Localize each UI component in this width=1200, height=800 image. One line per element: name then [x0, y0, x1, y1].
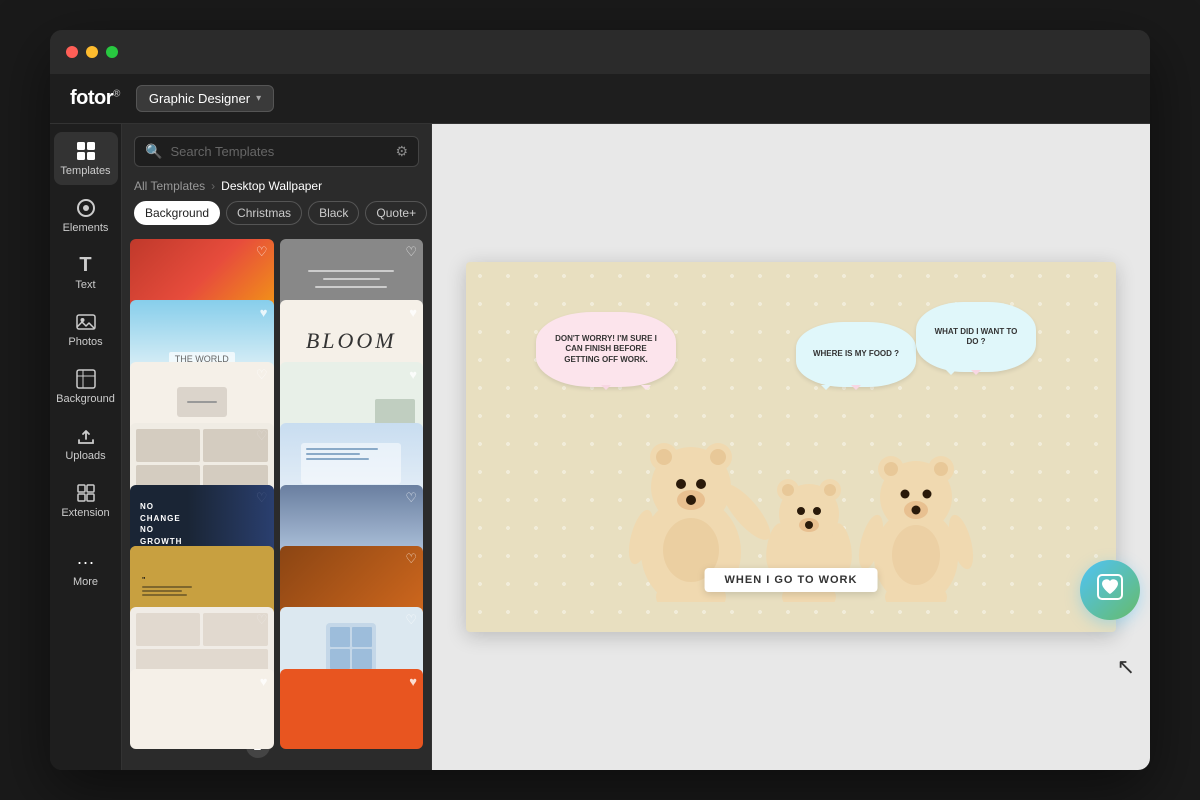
heart-icon[interactable]: ♥ [409, 367, 417, 382]
sidebar-item-background[interactable]: Background [54, 360, 118, 413]
more-dots-icon: ··· [75, 551, 97, 573]
template-card[interactable]: ♥ [130, 669, 274, 750]
minimize-button[interactable] [86, 46, 98, 58]
tag-quote[interactable]: Quote+ [365, 201, 427, 225]
canvas[interactable]: DON'T WORRY! I'M SURE I CAN FINISH BEFOR… [466, 262, 1116, 632]
search-bar[interactable]: 🔍 ⚙ [134, 136, 419, 167]
tag-black[interactable]: Black [308, 201, 359, 225]
main-layout: Templates Elements T Text [50, 124, 1150, 770]
sidebar-label-templates: Templates [60, 165, 110, 177]
app-window: fotor® Graphic Designer ▾ Templates [50, 30, 1150, 770]
templates-icon [75, 140, 97, 162]
header: fotor® Graphic Designer ▾ [50, 74, 1150, 124]
elements-icon [75, 197, 97, 219]
breadcrumb-separator: › [211, 179, 215, 193]
filter-icon[interactable]: ⚙ [395, 143, 408, 160]
speech-bubble-middle: WHERE IS MY FOOD ? [796, 322, 916, 387]
sidebar-item-elements[interactable]: Elements [54, 189, 118, 242]
speech-bubble-left: DON'T WORRY! I'M SURE I CAN FINISH BEFOR… [536, 312, 676, 387]
heart-fab-icon [1097, 574, 1123, 606]
sidebar-label-uploads: Uploads [65, 450, 105, 462]
title-bar [50, 30, 1150, 74]
extension-icon [75, 482, 97, 504]
speech-bubble-right: WHAT DID I WANT TO DO ? [916, 302, 1036, 372]
breadcrumb: All Templates › Desktop Wallpaper [122, 175, 431, 201]
sidebar-label-extension: Extension [61, 507, 109, 519]
breadcrumb-parent[interactable]: All Templates [134, 179, 205, 193]
chevron-down-icon: ▾ [256, 93, 261, 104]
sidebar-label-background: Background [56, 393, 115, 405]
sidebar-more[interactable]: ··· More [54, 539, 118, 596]
tag-background[interactable]: Background [134, 201, 220, 225]
sidebar-label-photos: Photos [68, 336, 102, 348]
breadcrumb-current: Desktop Wallpaper [221, 179, 322, 193]
sidebar-item-text[interactable]: T Text [54, 246, 118, 299]
heart-icon[interactable]: ♡ [256, 244, 268, 260]
sidebar-label-elements: Elements [63, 222, 109, 234]
sidebar-item-uploads[interactable]: Uploads [54, 417, 118, 470]
heart-icon[interactable]: ♥ [409, 305, 417, 320]
sidebar: Templates Elements T Text [50, 124, 122, 770]
heart-icon[interactable]: ♡ [405, 551, 417, 567]
cursor-icon: ↖ [1117, 654, 1135, 680]
background-icon [75, 368, 97, 390]
heart-icon[interactable]: ♥ [260, 305, 268, 320]
uploads-icon [75, 425, 97, 447]
heart-icon[interactable]: ♥ [409, 674, 417, 689]
tag-christmas[interactable]: Christmas [226, 201, 302, 225]
text-icon: T [75, 254, 97, 276]
photos-icon [75, 311, 97, 333]
logo: fotor® [70, 87, 120, 110]
canvas-area: DON'T WORRY! I'M SURE I CAN FINISH BEFOR… [432, 124, 1150, 770]
favorite-fab-button[interactable] [1080, 560, 1140, 620]
search-icon: 🔍 [145, 143, 162, 160]
work-banner: WHEN I GO TO WORK [705, 568, 878, 592]
heart-icon[interactable]: ♡ [405, 490, 417, 506]
sidebar-label-text: Text [75, 279, 95, 291]
template-grid: ♡ ♡ ♥ THE WORLD [122, 235, 431, 770]
graphic-designer-dropdown[interactable]: Graphic Designer ▾ [136, 85, 274, 112]
close-button[interactable] [66, 46, 78, 58]
maximize-button[interactable] [106, 46, 118, 58]
heart-icon[interactable]: ♥ [260, 674, 268, 689]
sidebar-item-photos[interactable]: Photos [54, 303, 118, 356]
search-container: 🔍 ⚙ [122, 124, 431, 175]
filter-tags: Background Christmas Black Quote+ [122, 201, 431, 235]
sidebar-label-more: More [73, 576, 98, 588]
template-panel: 🔍 ⚙ All Templates › Desktop Wallpaper Ba… [122, 124, 432, 770]
sidebar-item-extension[interactable]: Extension [54, 474, 118, 527]
search-input[interactable] [170, 144, 387, 159]
template-card[interactable]: ♥ [280, 669, 424, 750]
sidebar-item-templates[interactable]: Templates [54, 132, 118, 185]
